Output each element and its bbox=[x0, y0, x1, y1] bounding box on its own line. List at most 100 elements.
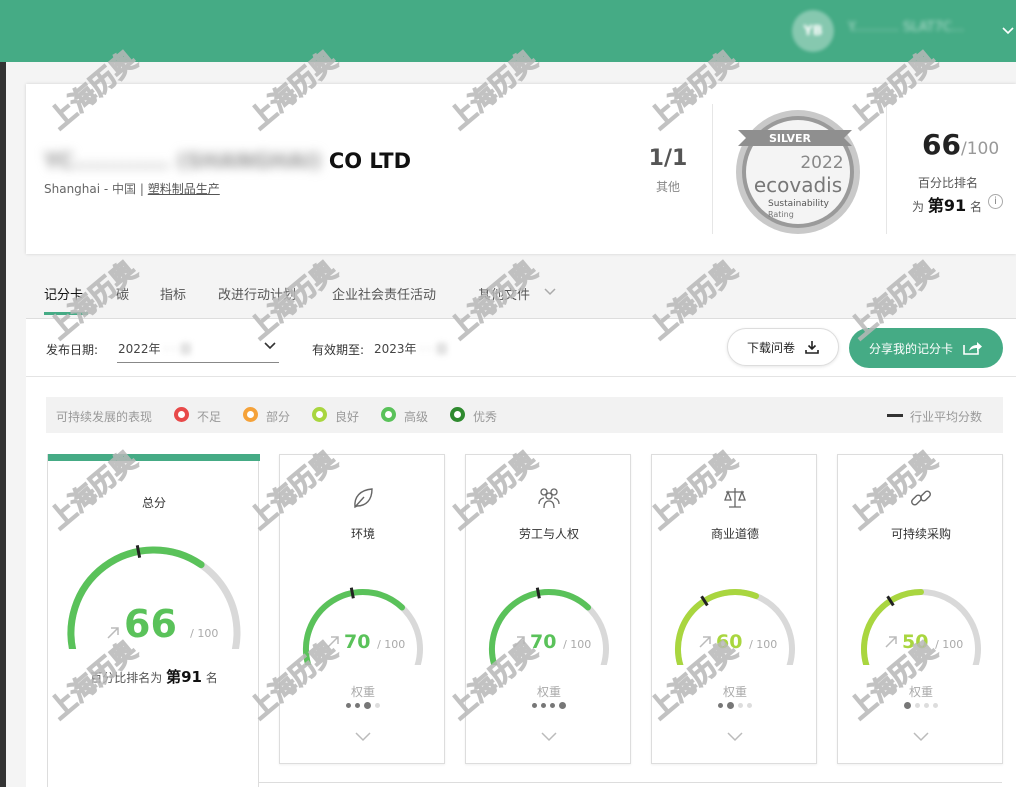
theme-card-sustainable-procurement[interactable]: 可持续采购 50 / 100 权重 bbox=[837, 454, 1003, 764]
legend-dot-advanced bbox=[381, 407, 396, 422]
theme-score-of: / 100 bbox=[377, 638, 406, 651]
weight-dot bbox=[904, 702, 911, 709]
theme-title: 可持续采购 bbox=[890, 527, 951, 541]
weight-dot bbox=[718, 703, 723, 708]
filter-row: 发布日期: 2022年 · · 日 有效期至: 2023年 · · 日 下载问卷… bbox=[26, 319, 1016, 377]
theme-score: 70 / 100 bbox=[530, 631, 591, 653]
chevron-down-icon[interactable] bbox=[544, 288, 556, 296]
overall-rank-suffix: 名 bbox=[205, 671, 218, 685]
user-avatar[interactable]: YB bbox=[792, 10, 834, 52]
theme-score: 60 / 100 bbox=[716, 631, 777, 653]
valid-until-year: 2023年 bbox=[374, 342, 417, 356]
weight-dot bbox=[915, 703, 920, 708]
performance-legend: 可持续发展的表现 不足 部分 良好 高级 优秀 行业平均分数 bbox=[46, 397, 1003, 433]
percentile-suffix: 名 bbox=[969, 200, 982, 214]
tab-csr-activities[interactable]: 企业社会责任活动 bbox=[332, 284, 436, 303]
theme-title: 环境 bbox=[350, 527, 375, 541]
theme-gauge bbox=[489, 587, 609, 665]
tab-other-documents[interactable]: 其他文件 bbox=[478, 284, 530, 303]
gauge-score-arc bbox=[489, 589, 592, 665]
header-score-value: 66 bbox=[922, 128, 961, 161]
overall-score-card: 总分 66 / 100 百分比排名为 第91 名 bbox=[47, 454, 260, 787]
company-name-blurred: YC............ (SHANGHAI) bbox=[44, 149, 322, 173]
theme-score-value: 60 bbox=[716, 631, 743, 653]
download-button-label: 下载问卷 bbox=[746, 340, 795, 355]
theme-card-environment[interactable]: 环境 70 / 100 权重 bbox=[279, 454, 445, 764]
header-score-of: /100 bbox=[960, 139, 1000, 159]
theme-card-ethics[interactable]: 商业道德 60 / 100 权重 bbox=[651, 454, 817, 764]
share-icon bbox=[963, 342, 982, 355]
theme-score-value: 70 bbox=[344, 631, 371, 653]
legend-dot-insufficient bbox=[174, 407, 189, 422]
scales-icon bbox=[724, 488, 746, 508]
publish-date-select[interactable]: 2022年 · · 日 bbox=[118, 340, 192, 357]
people-icon bbox=[538, 488, 560, 509]
weight-label: 权重 bbox=[350, 685, 375, 699]
weight-dot bbox=[346, 703, 351, 708]
industry-average-marker bbox=[135, 545, 142, 558]
download-icon bbox=[805, 341, 819, 354]
legend-label-insufficient: 不足 bbox=[197, 410, 222, 424]
medal-brand: ecovadis bbox=[754, 173, 842, 197]
share-button-label: 分享我的记分卡 bbox=[868, 341, 953, 356]
chevron-down-icon[interactable] bbox=[727, 732, 743, 742]
tab-action-plan[interactable]: 改进行动计划 bbox=[218, 284, 296, 303]
overall-score-value: 66 bbox=[124, 602, 177, 646]
gauge-track bbox=[861, 589, 981, 665]
gauge-track bbox=[303, 589, 423, 665]
medal-subtitle-1: Sustainability bbox=[768, 199, 830, 209]
theme-title: 劳工与人权 bbox=[518, 527, 579, 541]
chevron-down-icon[interactable] bbox=[264, 342, 276, 350]
legend-label-advanced: 高级 bbox=[404, 410, 429, 424]
trend-arrow-icon bbox=[327, 636, 339, 648]
company-header-card: YC............ (SHANGHAI) CO LTD Shangha… bbox=[26, 84, 1016, 254]
leaf-icon bbox=[354, 488, 373, 509]
chevron-down-icon[interactable] bbox=[355, 732, 371, 742]
theme-score-of: / 100 bbox=[935, 638, 964, 651]
weight-dot bbox=[738, 703, 743, 708]
download-questionnaire-button[interactable]: 下载问卷 bbox=[727, 328, 839, 366]
trend-arrow-icon bbox=[107, 627, 119, 639]
username-label[interactable]: Y........... SLAT7C... bbox=[848, 20, 964, 35]
gauge-track bbox=[675, 589, 795, 665]
legend-dot-good bbox=[312, 407, 327, 422]
chevron-down-icon[interactable] bbox=[541, 732, 557, 742]
weight-dot bbox=[541, 703, 546, 708]
link-icon bbox=[911, 490, 931, 506]
left-edge-strip bbox=[0, 62, 6, 787]
publish-date-blurred: · · 日 bbox=[160, 342, 192, 356]
overall-rank-value: 第91 bbox=[166, 668, 202, 686]
info-icon[interactable]: i bbox=[988, 194, 1003, 209]
trend-arrow-icon bbox=[699, 636, 711, 648]
theme-card-labor-human-rights[interactable]: 劳工与人权 70 / 100 权重 bbox=[465, 454, 631, 764]
valid-until-label: 有效期至: bbox=[312, 343, 365, 357]
company-name: YC............ (SHANGHAI) CO LTD bbox=[44, 149, 411, 173]
legend-label-partial: 部分 bbox=[266, 410, 291, 424]
share-scorecard-button[interactable]: 分享我的记分卡 bbox=[849, 328, 1003, 368]
weight-label: 权重 bbox=[908, 685, 933, 699]
weight-dot bbox=[933, 703, 938, 708]
overall-title: 总分 bbox=[141, 496, 166, 510]
weight-label: 权重 bbox=[722, 685, 747, 699]
chevron-down-icon[interactable] bbox=[913, 732, 929, 742]
weight-dot bbox=[355, 703, 360, 708]
legend-label-good: 良好 bbox=[335, 410, 360, 424]
chevron-down-icon[interactable] bbox=[1002, 24, 1014, 36]
header-score: 66/100 bbox=[922, 128, 999, 161]
legend-label-outstanding: 优秀 bbox=[473, 410, 498, 424]
tab-carbon[interactable]: 碳 bbox=[116, 284, 129, 303]
legend-dot-partial bbox=[243, 407, 258, 422]
weight-dots bbox=[466, 702, 632, 709]
theme-score: 50 / 100 bbox=[902, 631, 963, 653]
rank-fraction-label: 其他 bbox=[655, 180, 680, 194]
detail-panel-edge bbox=[258, 782, 1002, 787]
valid-until-blurred: · · 日 bbox=[416, 342, 448, 356]
industry-average-label: 行业平均分数 bbox=[910, 410, 983, 424]
divider bbox=[712, 104, 713, 234]
medal-level: SILVER bbox=[769, 132, 812, 145]
overall-rank-prefix: 百分比排名为 bbox=[90, 671, 163, 685]
tab-indicators[interactable]: 指标 bbox=[160, 284, 186, 303]
tab-scorecard[interactable]: 记分卡 bbox=[44, 284, 83, 303]
company-location: Shanghai - 中国 | 塑料制品生产 bbox=[44, 180, 220, 197]
industry-link[interactable]: 塑料制品生产 bbox=[148, 182, 220, 196]
